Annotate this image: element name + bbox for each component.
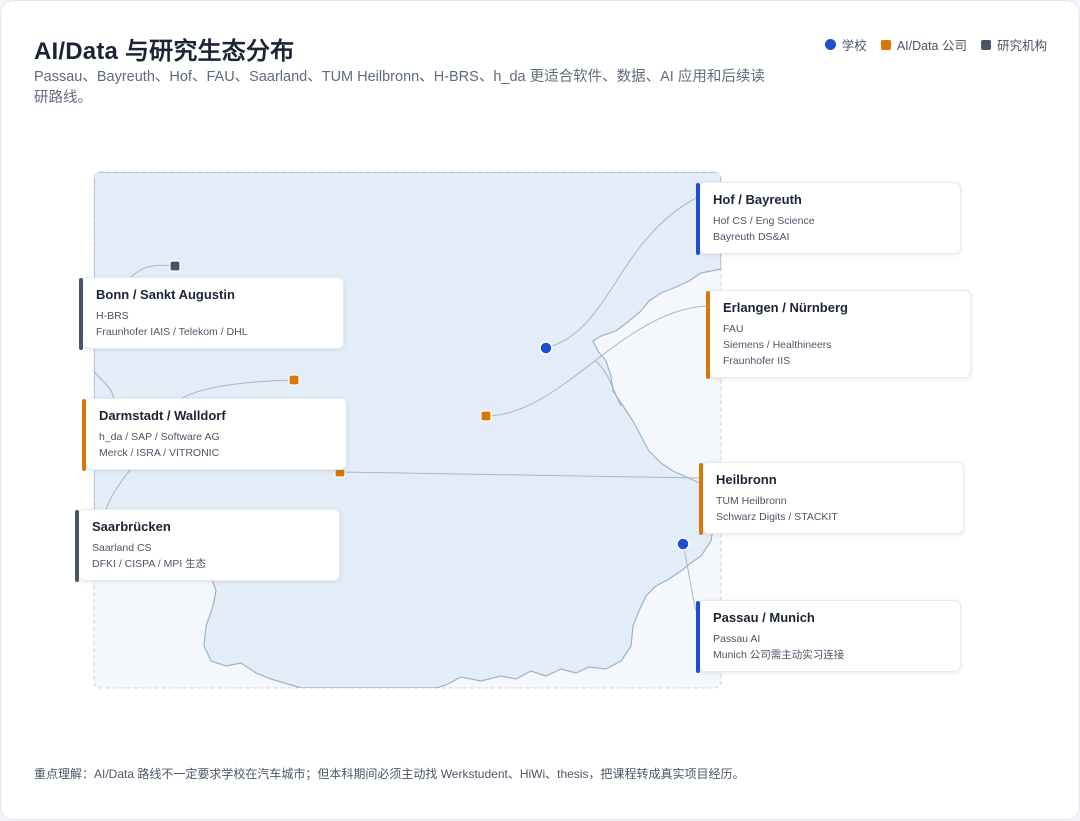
marker-company-nuernberg[interactable] [480,410,492,422]
footer-note: 重点理解：AI/Data 路线不一定要求学校在汽车城市；但本科期间必须主动找 W… [34,767,745,781]
box-title: Erlangen / Nürnberg [723,300,848,315]
box-line: Munich 公司需主动实习连接 [713,649,845,661]
category-bar [75,510,79,582]
category-bar [706,291,710,379]
box-line: Fraunhofer IAIS / Telekom / DHL [96,326,248,338]
box-title: Heilbronn [716,472,777,487]
box-line: FAU [723,323,744,335]
figure-card: AI/Data 与研究生态分布 Passau、Bayreuth、Hof、FAU、… [0,0,1080,820]
box-bonn: Bonn / Sankt Augustin H-BRS Fraunhofer I… [79,277,344,350]
box-line: Fraunhofer IIS [723,355,791,367]
box-line: Passau AI [713,633,761,645]
box-saarbruecken: Saarbrücken Saarland CS DFKI / CISPA / M… [75,509,340,582]
box-line: Saarland CS [92,542,152,554]
category-bar [699,463,703,535]
category-bar [696,183,700,255]
box-line: TUM Heilbronn [716,495,787,507]
box-passau-munich: Passau / Munich Passau AI Munich 公司需主动实习… [696,600,961,673]
box-line: h_da / SAP / Software AG [99,431,220,443]
box-line: Merck / ISRA / VITRONIC [99,447,220,459]
category-bar [696,601,700,673]
box-title: Passau / Munich [713,610,815,625]
box-line: DFKI / CISPA / MPI 生态 [92,558,207,570]
box-line: Siemens / Healthineers [723,339,832,351]
box-line: Bayreuth DS&AI [713,231,790,243]
box-heilbronn: Heilbronn TUM Heilbronn Schwarz Digits /… [699,462,964,535]
box-line: Schwarz Digits / STACKIT [716,511,838,523]
box-line: H-BRS [96,310,129,322]
marker-school-passau[interactable] [676,537,690,551]
box-line: Hof CS / Eng Science [713,215,815,227]
category-bar [79,278,83,350]
box-title: Darmstadt / Walldorf [99,408,226,423]
marker-research-bonn[interactable] [169,260,181,272]
box-hof-bayreuth: Hof / Bayreuth Hof CS / Eng Science Bayr… [696,182,961,255]
box-darmstadt: Darmstadt / Walldorf h_da / SAP / Softwa… [82,398,347,471]
marker-company-walldorf[interactable] [288,374,300,386]
category-bar [82,399,86,471]
marker-school-bayreuth[interactable] [539,341,553,355]
box-title: Bonn / Sankt Augustin [96,287,235,302]
box-title: Hof / Bayreuth [713,192,802,207]
box-erlangen: Erlangen / Nürnberg FAU Siemens / Health… [706,290,971,379]
box-title: Saarbrücken [92,519,171,534]
